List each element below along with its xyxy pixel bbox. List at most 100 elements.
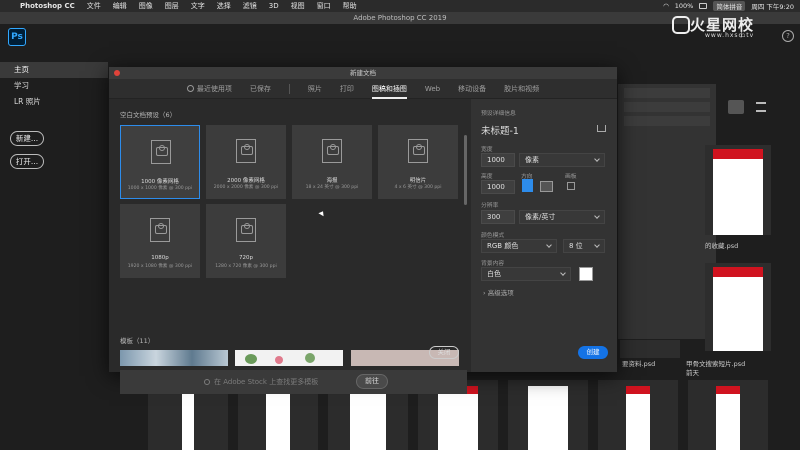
menu-filter[interactable]: 滤镜: [237, 1, 263, 11]
resolution-input[interactable]: 300: [481, 210, 515, 224]
menu-select[interactable]: 选择: [211, 1, 237, 11]
tab-print[interactable]: 打印: [340, 79, 354, 99]
height-label: 高度: [481, 174, 493, 180]
width-label: 宽度: [481, 147, 493, 153]
home-nav: 主页 学习 LR 照片: [0, 62, 108, 110]
create-button[interactable]: 创建: [578, 346, 608, 359]
close-button[interactable]: 关闭: [429, 346, 459, 359]
preset-size: 18 x 24 英寸 @ 300 ppi: [305, 185, 359, 190]
chevron-down-icon: [594, 242, 600, 248]
file-thumbnail[interactable]: [705, 145, 771, 235]
preset-size: 4 x 6 英寸 @ 300 ppi: [394, 185, 442, 190]
preset-card[interactable]: 1080p 1920 x 1080 像素 @ 300 ppi: [120, 204, 200, 278]
template-thumbnail[interactable]: [235, 350, 343, 366]
blank-presets-title: 空白文档预设（6）: [120, 111, 177, 119]
artboard-checkbox[interactable]: [567, 182, 575, 190]
file-thumbnail[interactable]: [688, 380, 768, 450]
file-thumbnail[interactable]: [705, 263, 771, 351]
preset-size: 1920 x 1080 像素 @ 300 ppi: [127, 264, 193, 269]
go-button[interactable]: 前往: [356, 374, 388, 389]
file-thumbnail[interactable]: [598, 380, 678, 450]
document-icon: [236, 139, 256, 163]
artboard-label: 画板: [565, 174, 577, 180]
height-input[interactable]: 1000: [481, 180, 515, 194]
input-method[interactable]: 简体拼音: [713, 1, 746, 11]
menu-edit[interactable]: 编辑: [107, 1, 133, 11]
document-icon: [322, 139, 342, 163]
document-icon: [150, 218, 170, 242]
presets-scrollbar[interactable]: [464, 135, 467, 205]
document-icon: [151, 140, 171, 164]
preset-name: 1000 像素网格: [141, 179, 179, 185]
preset-card[interactable]: 2000 像素网格 2000 x 2000 像素 @ 300 ppi: [206, 125, 286, 199]
presets-pane: 空白文档预设（6） 1000 像素网格 1000 x 1000 像素 @ 300…: [109, 99, 469, 394]
chevron-down-icon: [594, 156, 600, 162]
background-color-swatch[interactable]: [579, 267, 593, 281]
tab-film-video[interactable]: 胶片和视频: [504, 79, 539, 99]
chevron-down-icon: [546, 242, 552, 248]
menu-type[interactable]: 文字: [185, 1, 211, 11]
save-preset-icon[interactable]: [597, 125, 606, 132]
menu-file[interactable]: 文件: [81, 1, 107, 11]
close-window-icon[interactable]: [114, 70, 120, 76]
list-view-icon[interactable]: [756, 102, 766, 112]
nav-lr-photos[interactable]: LR 照片: [0, 94, 108, 110]
color-mode-select[interactable]: RGB 颜色: [481, 239, 557, 253]
landscape-orientation-icon[interactable]: [540, 181, 553, 192]
portrait-orientation-icon[interactable]: [522, 179, 533, 192]
document-name-field[interactable]: 未标题-1: [481, 123, 519, 137]
document-icon: [236, 218, 256, 242]
grid-view-icon[interactable]: [728, 100, 744, 114]
preset-name: 2000 像素网格: [227, 178, 265, 184]
preset-tabs: 最近使用项 已保存 照片 打印 图稿和插图 Web 移动设备 胶片和视频: [109, 79, 617, 99]
menubar-status: ◠ 100% 简体拼音 周四 下午9:20: [663, 1, 800, 11]
width-unit-select[interactable]: 像素: [519, 153, 605, 167]
tab-art-illustration[interactable]: 图稿和插图: [371, 79, 407, 99]
preset-name: 1080p: [151, 255, 169, 261]
tab-photo[interactable]: 照片: [308, 79, 322, 99]
new-button[interactable]: 新建...: [10, 131, 44, 146]
background-label: 背景内容: [481, 261, 505, 267]
tab-recent[interactable]: 最近使用项: [186, 79, 232, 99]
file-thumbnail[interactable]: [620, 340, 680, 358]
bit-depth-select[interactable]: 8 位: [563, 239, 605, 253]
menu-3d[interactable]: 3D: [263, 2, 285, 10]
battery-icon[interactable]: [699, 3, 708, 9]
help-icon[interactable]: ?: [782, 30, 794, 42]
clock[interactable]: 周四 下午9:20: [751, 1, 794, 11]
nav-learn[interactable]: 学习: [0, 78, 108, 94]
file-thumbnail[interactable]: [508, 380, 588, 450]
details-section-label: 预设详细信息: [481, 111, 516, 117]
open-button[interactable]: 打开...: [10, 154, 44, 169]
preset-card[interactable]: 1000 像素网格 1000 x 1000 像素 @ 300 ppi: [120, 125, 200, 199]
chevron-down-icon: [560, 270, 566, 276]
preset-details-pane: 预设详细信息 未标题-1 宽度 1000 像素 高度 方向 画板 1000 分辨…: [471, 99, 617, 372]
menu-view[interactable]: 视图: [285, 1, 311, 11]
menu-help[interactable]: 帮助: [337, 1, 363, 11]
preset-size: 2000 x 2000 像素 @ 300 ppi: [213, 185, 279, 190]
menu-image[interactable]: 图像: [133, 1, 159, 11]
preset-card[interactable]: 海报 18 x 24 英寸 @ 300 ppi: [292, 125, 372, 199]
background-panel: [618, 84, 716, 339]
stock-search-input[interactable]: 在 Adobe Stock 上查找更多模板: [204, 377, 318, 387]
preset-card[interactable]: 明信片 4 x 6 英寸 @ 300 ppi: [378, 125, 458, 199]
background-select[interactable]: 白色: [481, 267, 571, 281]
templates-title: 模板（11）: [120, 337, 155, 345]
menu-window[interactable]: 窗口: [311, 1, 337, 11]
menu-app-name[interactable]: Photoshop CC: [14, 2, 81, 10]
advanced-options-toggle[interactable]: › 高级选项: [483, 287, 514, 297]
resolution-unit-select[interactable]: 像素/英寸: [519, 210, 605, 224]
stock-search-bar: 在 Adobe Stock 上查找更多模板 前往: [120, 370, 467, 394]
chevron-right-icon: ›: [483, 289, 486, 297]
width-input[interactable]: 1000: [481, 153, 515, 167]
tab-saved[interactable]: 已保存: [250, 79, 271, 99]
preset-card[interactable]: 720p 1280 x 720 像素 @ 300 ppi: [206, 204, 286, 278]
menu-layer[interactable]: 图层: [159, 1, 185, 11]
tab-mobile[interactable]: 移动设备: [458, 79, 486, 99]
watermark-url: www.hxsd.tv: [705, 32, 755, 39]
nav-home[interactable]: 主页: [0, 62, 108, 78]
tab-web[interactable]: Web: [425, 79, 440, 99]
template-thumbnail[interactable]: [120, 350, 228, 366]
search-icon: [204, 379, 210, 385]
wifi-icon[interactable]: ◠: [663, 2, 669, 10]
